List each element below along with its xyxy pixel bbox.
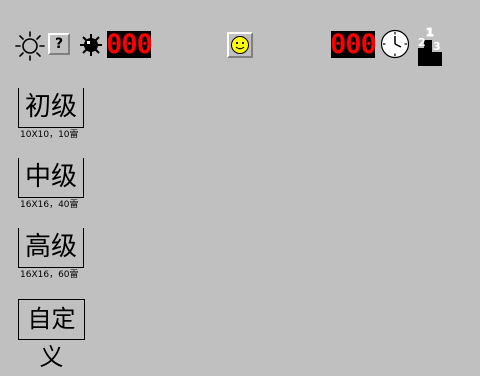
level-expert-detail: 16X16，60雷 (20, 270, 79, 280)
mine-counter-display: 000 (106, 29, 153, 60)
clock-icon (380, 29, 410, 59)
sun-icon[interactable] (14, 30, 46, 62)
level-custom-button[interactable]: 自定义 (18, 299, 85, 371)
help-button[interactable]: ? (48, 33, 70, 55)
leaderboard-icon[interactable]: 1 2 3 (416, 26, 444, 66)
level-beginner-button[interactable]: 初级 (18, 88, 84, 128)
new-game-button[interactable] (227, 32, 253, 58)
level-intermediate-detail: 16X16，40雷 (20, 200, 79, 210)
level-intermediate-button[interactable]: 中级 (18, 158, 84, 198)
mine-icon (79, 33, 103, 57)
rank-first-digit: 1 (426, 26, 434, 39)
smiley-icon (231, 36, 249, 54)
rank-third-digit: 3 (433, 40, 441, 53)
timer-display: 000 (330, 29, 377, 60)
level-beginner-detail: 10X10，10雷 (20, 130, 79, 140)
level-expert-button[interactable]: 高级 (18, 228, 84, 268)
rank-second-digit: 2 (418, 36, 426, 49)
